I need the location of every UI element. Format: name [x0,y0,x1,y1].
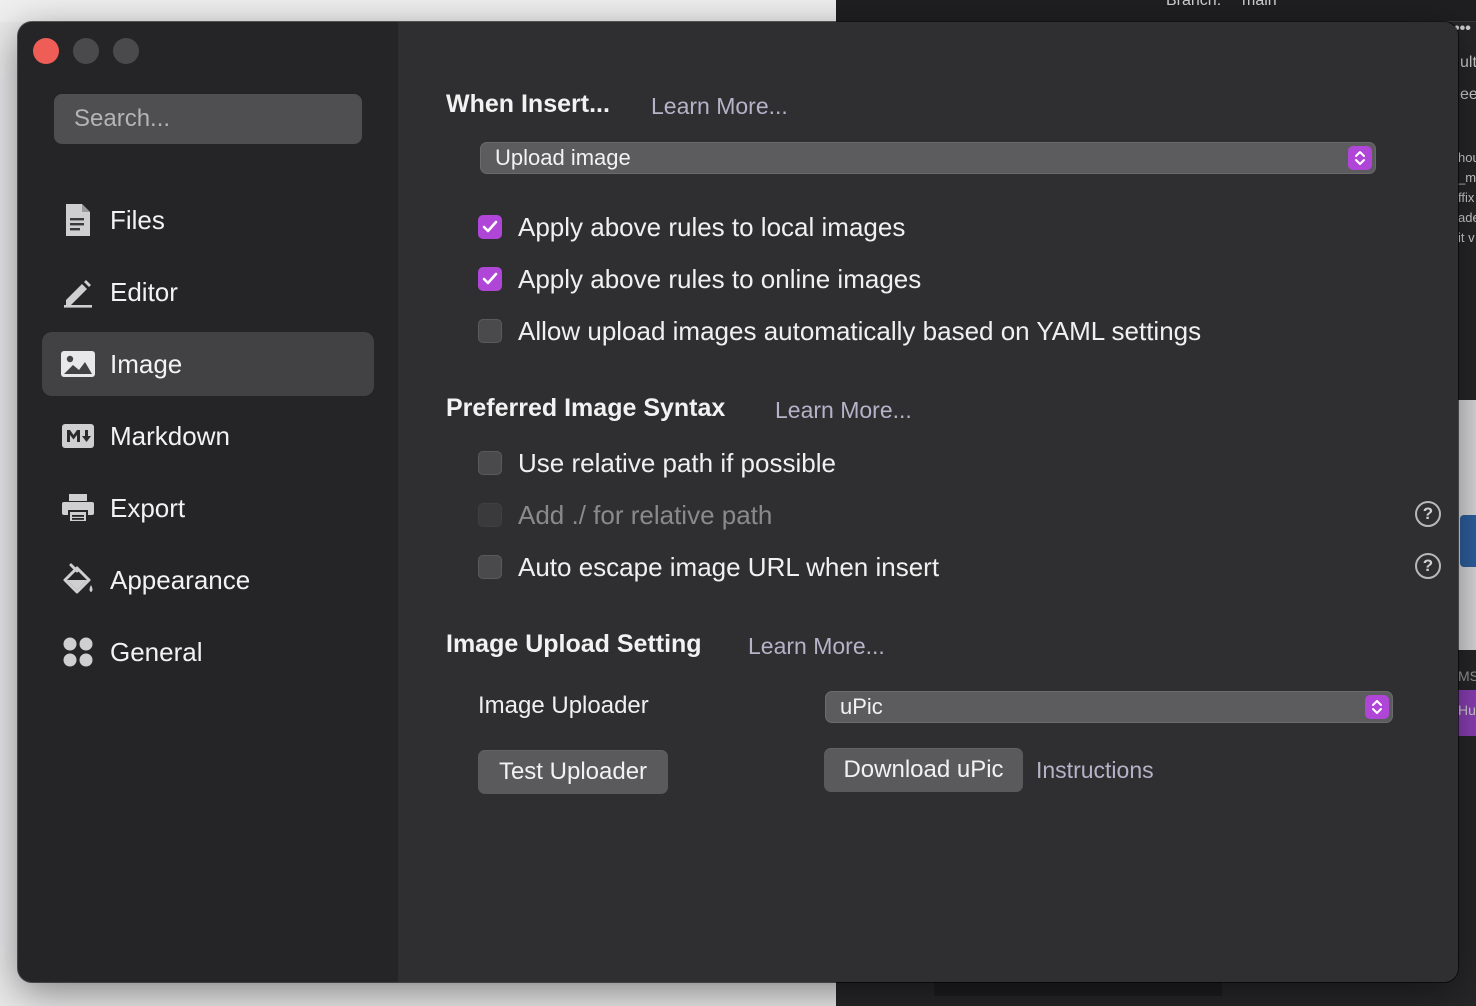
background-text: ee [1460,86,1476,103]
test-uploader-button[interactable]: Test Uploader [478,750,668,794]
instructions-link[interactable]: Instructions [1036,757,1154,784]
background-dock-strip [934,980,1222,996]
sidebar-item-editor[interactable]: Editor [42,260,374,324]
paint-bucket-icon [60,562,96,598]
sidebar-item-label: Files [110,204,165,235]
minimize-button[interactable] [73,38,99,64]
upload-setting-learn-more-link[interactable]: Learn More... [748,633,885,660]
sidebar-item-label: General [110,636,203,667]
pencil-icon [60,274,96,310]
close-button[interactable] [33,38,59,64]
image-uploader-value: uPic [840,694,883,719]
when-insert-heading: When Insert... [446,90,610,118]
background-window-toolbar [836,0,1476,22]
chevron-updown-icon [1348,146,1372,170]
checkmark-icon [482,272,498,285]
background-text: MS [1458,668,1476,684]
background-branch-label: Branch: [1166,0,1222,9]
help-icon[interactable]: ? [1415,501,1441,527]
background-text: ffix [1458,190,1475,205]
background-wifi-badge [1460,515,1476,567]
image-syntax-learn-more-link[interactable]: Learn More... [775,397,912,424]
preferences-window: Files Editor Image [18,22,1458,982]
checkmark-icon [482,220,498,233]
image-uploader-label: Image Uploader [478,692,649,719]
file-icon [60,202,96,238]
sidebar-item-label: Export [110,492,186,523]
sidebar-item-label: Markdown [110,420,230,451]
sidebar-item-markdown[interactable]: Markdown [42,404,374,468]
sidebar-item-label: Appearance [110,564,251,595]
sidebar-item-label: Image [110,348,183,379]
apply-local-images-label: Apply above rules to local images [518,212,906,242]
background-text: hou [1458,150,1476,165]
image-icon [60,346,96,382]
printer-icon [60,490,96,526]
download-upic-button[interactable]: Download uPic [824,748,1023,792]
apply-online-images-label: Apply above rules to online images [518,264,922,294]
chevron-updown-icon [1365,695,1389,719]
background-desktop [0,0,840,22]
zoom-button[interactable] [113,38,139,64]
background-text: ade [1458,210,1476,225]
insert-action-value: Upload image [495,145,631,170]
help-icon[interactable]: ? [1415,553,1441,579]
auto-escape-url-label: Auto escape image URL when insert [518,552,940,582]
search-input[interactable] [54,94,362,144]
background-text: Hu [1458,702,1476,718]
image-uploader-select[interactable]: uPic [825,691,1393,723]
when-insert-learn-more-link[interactable]: Learn More... [651,93,788,120]
relative-path-label: Use relative path if possible [518,448,836,478]
background-text: it v [1458,230,1475,245]
auto-upload-yaml-label: Allow upload images automatically based … [518,316,1202,346]
grid-icon [60,634,96,670]
image-syntax-heading: Preferred Image Syntax [446,394,726,422]
sidebar-item-general[interactable]: General [42,620,374,684]
upload-setting-heading: Image Upload Setting [446,630,702,658]
apply-online-images-checkbox[interactable] [478,267,502,291]
auto-escape-url-checkbox[interactable] [478,555,502,579]
apply-local-images-checkbox[interactable] [478,215,502,239]
add-dot-slash-checkbox [478,503,502,527]
background-text: _m [1458,170,1476,185]
insert-action-select[interactable]: Upload image [480,142,1376,174]
relative-path-checkbox[interactable] [478,451,502,475]
background-text: ult [1460,54,1476,71]
markdown-icon [60,418,96,454]
background-branch-value: main [1242,0,1277,9]
settings-content: When Insert... Learn More... Upload imag… [398,22,1458,982]
auto-upload-yaml-checkbox[interactable] [478,319,502,343]
sidebar-item-export[interactable]: Export [42,476,374,540]
sidebar-item-files[interactable]: Files [42,188,374,252]
sidebar-item-label: Editor [110,276,178,307]
sidebar-item-appearance[interactable]: Appearance [42,548,374,612]
sidebar: Files Editor Image [18,22,398,982]
add-dot-slash-label: Add ./ for relative path [518,500,773,530]
sidebar-item-image[interactable]: Image [42,332,374,396]
